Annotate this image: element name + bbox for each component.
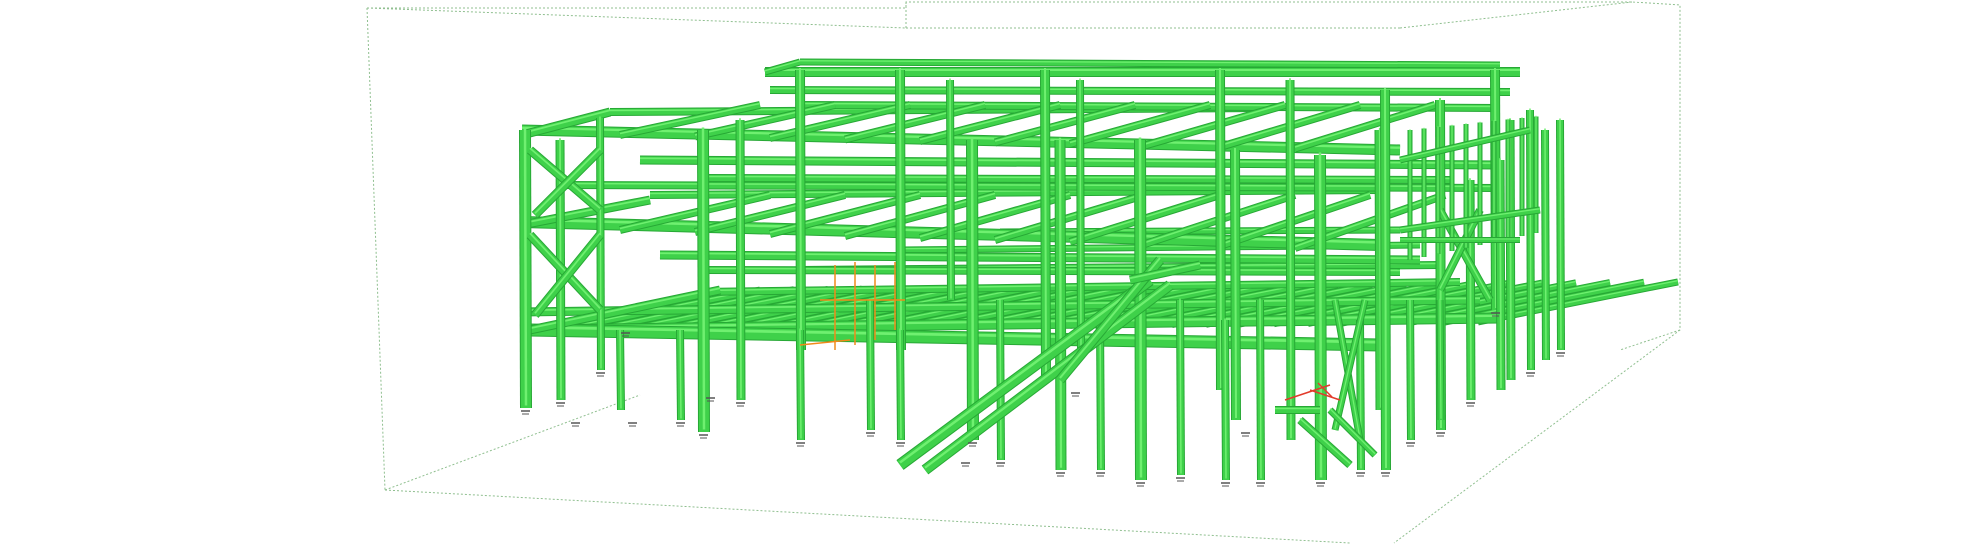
column-5-flange [799,67,802,349]
support-symbol [1556,352,1565,357]
column-24-flange [1289,78,1292,439]
column-22-flange [1499,158,1502,389]
column-28-flange [999,298,1002,459]
support-symbol [961,462,970,467]
level-1-front-beam [529,324,1381,351]
support-symbol [996,462,1005,467]
support-symbol [896,442,905,447]
support-symbol [866,432,875,437]
column-38-flange [1224,318,1227,479]
support-symbol [556,402,565,407]
support-symbol [1256,482,1265,487]
column-4-flange [739,118,742,399]
support-symbol [628,422,637,427]
column-25-flange [949,78,952,299]
support-symbol [596,372,605,377]
column-0-flange [523,127,528,406]
column-39-flange [1359,318,1362,469]
support-symbol [1356,472,1365,477]
support-symbol [1056,472,1065,477]
column-30-flange [1259,298,1262,479]
support-symbol [1096,472,1105,477]
support-symbol [1241,432,1250,437]
column-23-flange [1469,178,1472,399]
support-symbol [1071,392,1080,397]
support-symbol [1466,402,1475,407]
structural-model-view[interactable] [0,0,1978,544]
support-symbol [521,410,530,415]
column-29-flange [1179,298,1182,474]
column-6-flange [899,67,902,349]
column-19-flange [1529,108,1532,369]
steel-frame-members [519,58,1679,481]
column-7-flange [970,137,975,438]
column-15-flange [1384,87,1387,469]
column-12-flange [1234,147,1237,419]
support-symbol [796,442,805,447]
support-symbol [1406,442,1415,447]
level-3-transverse-beam [1294,102,1436,152]
column-20-flange [1544,128,1547,359]
column-11-flange [1219,67,1222,389]
column-21-flange [1559,118,1562,349]
column-27-flange [869,298,872,429]
support-symbol [968,442,977,447]
support-symbol [571,422,580,427]
column-9-flange [1058,137,1063,468]
support-symbol [1436,432,1445,437]
column-13-flange [1318,152,1323,478]
support-symbol [1136,482,1145,487]
column-31-flange [1409,298,1412,439]
support-symbol [1221,482,1230,487]
3d-model-viewport[interactable] [0,0,1978,544]
support-symbol [1526,372,1535,377]
support-symbol [736,402,745,407]
support-symbol [699,434,708,439]
support-symbol [1316,482,1325,487]
column-36-flange [899,328,902,439]
column-8-flange [1044,67,1047,379]
support-symbol [676,422,685,427]
column-33-flange [619,328,622,409]
support-symbol [1176,477,1185,482]
support-symbol [1381,472,1390,477]
column-26-flange [1079,78,1082,349]
column-34-flange [679,328,682,419]
column-3-flange [701,127,706,430]
